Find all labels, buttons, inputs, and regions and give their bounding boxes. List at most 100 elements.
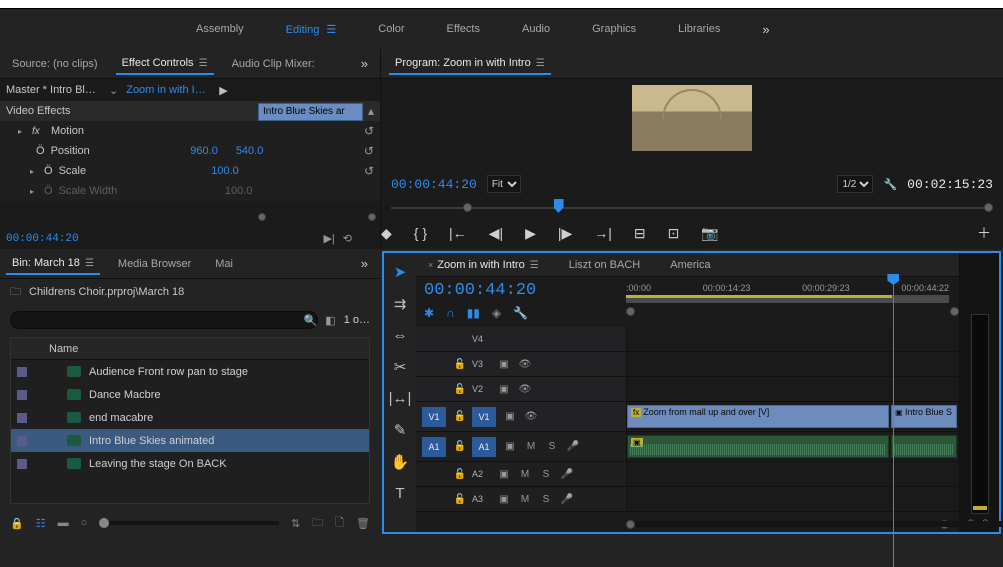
play-icon[interactable]: ▶ [219, 84, 227, 97]
snap-button[interactable]: ✱ [424, 306, 434, 320]
mark-in-button[interactable]: ◆ [381, 225, 392, 242]
media-browser-tab[interactable]: Media Browser [112, 254, 197, 274]
workspace-tab-effects[interactable]: Effects [441, 19, 486, 39]
timeline-timecode[interactable]: 00:00:44:20 [424, 281, 618, 300]
scrollbar-handle[interactable] [463, 203, 472, 212]
workspace-tab-editing[interactable]: Editing ☰ [280, 19, 343, 40]
toggle-eye-icon[interactable]: 👁 [516, 355, 534, 373]
razor-tool[interactable]: ✂ [394, 358, 407, 376]
video-clip[interactable]: ▣ Intro Blue S [891, 405, 957, 428]
clip-time-marker[interactable]: Intro Blue Skies ar [258, 103, 363, 121]
scrollbar-handle[interactable] [258, 213, 266, 221]
lift-button[interactable]: ⊟ [634, 225, 646, 242]
marker-button[interactable]: ▮▮ [467, 306, 480, 320]
freeform-view-button[interactable]: ○ [81, 517, 88, 529]
project-item-row[interactable]: Leaving the stage On BACK [11, 452, 369, 475]
program-timecode-current[interactable]: 00:00:44:20 [391, 177, 477, 192]
bin-icon[interactable]: 🗀 [10, 283, 21, 302]
track-target-a1[interactable]: A1 [472, 437, 496, 457]
audio-meter[interactable]: S S [959, 253, 999, 532]
project-item-row[interactable]: Dance Macbre [11, 383, 369, 406]
sequence-tab[interactable]: ×Zoom in with Intro ☰ [424, 257, 543, 273]
go-to-in-button[interactable]: |← [449, 225, 467, 241]
collapse-icon[interactable]: ▴ [368, 104, 374, 118]
workspace-tab-graphics[interactable]: Graphics [586, 19, 642, 39]
track-target-v1[interactable]: V1 [472, 407, 496, 427]
video-track[interactable]: 🔓V2▣👁 [416, 377, 959, 402]
chevron-down-icon[interactable]: ⌄ [109, 84, 118, 97]
scrollbar-handle[interactable] [984, 203, 993, 212]
voice-over-button[interactable]: 🎤 [564, 438, 582, 456]
panel-overflow-button[interactable]: » [355, 56, 374, 71]
panel-overflow-button[interactable]: » [355, 256, 374, 271]
slip-tool[interactable]: |↔| [389, 390, 412, 407]
trash-button[interactable]: 🗑 [356, 517, 370, 530]
fit-dropdown[interactable]: Fit [487, 175, 521, 193]
position-y-value[interactable]: 540.0 [236, 145, 264, 157]
play-button[interactable]: ▶ [525, 225, 536, 242]
sort-button[interactable]: ⇅ [291, 517, 300, 530]
thumbnail-view-button[interactable]: ▬ [58, 517, 69, 529]
source-patch-a1[interactable]: A1 [422, 437, 446, 457]
video-clip[interactable]: fxZoom from mall up and over [V] [627, 405, 889, 428]
settings-button[interactable]: ◈ [492, 306, 501, 320]
new-item-button[interactable]: 🗋 [335, 514, 344, 533]
effect-controls-tab[interactable]: Effect Controls ☰ [116, 53, 214, 75]
project-item-row[interactable]: Intro Blue Skies animated [11, 429, 369, 452]
reset-icon[interactable]: ↺ [364, 124, 374, 138]
ripple-tool[interactable]: ⇔ [393, 327, 408, 344]
type-tool[interactable]: T [395, 485, 404, 502]
export-icon[interactable]: ▶| [323, 232, 334, 245]
scrollbar-handle[interactable] [368, 213, 376, 221]
audio-clip-mixer-tab[interactable]: Audio Clip Mixer: [226, 54, 321, 74]
workspace-tab-audio[interactable]: Audio [516, 19, 556, 39]
audio-track[interactable]: 🔓A2▣MS🎤 [416, 462, 959, 487]
markers-tab[interactable]: Mai [209, 254, 239, 274]
hand-tool[interactable]: ✋ [391, 453, 410, 471]
zoom-slider[interactable] [99, 521, 279, 525]
video-track[interactable]: 🔓V3▣👁 [416, 352, 959, 377]
position-x-value[interactable]: 960.0 [190, 145, 218, 157]
workspace-tab-assembly[interactable]: Assembly [190, 19, 250, 39]
toggle-output-button[interactable]: ▣ [495, 355, 513, 373]
motion-effect-row[interactable]: ▸fxMotion [18, 125, 84, 137]
timeline-scrollbar[interactable] [416, 516, 959, 532]
video-track[interactable]: V4 [416, 327, 959, 352]
program-time-ruler[interactable] [391, 195, 993, 217]
source-patch-v1[interactable]: V1 [422, 407, 446, 427]
audio-track-a1[interactable]: A1🔓A1▣MS🎤 ▣ [416, 432, 959, 462]
bin-tab[interactable]: Bin: March 18 ☰ [6, 253, 100, 275]
wrench-icon[interactable]: 🔧 [883, 178, 897, 191]
scrollbar-handle[interactable] [626, 520, 635, 529]
source-tab[interactable]: Source: (no clips) [6, 54, 104, 74]
scale-row[interactable]: ▸Ö Scale [18, 165, 86, 177]
sequence-tab[interactable]: Liszt on BACH [565, 257, 645, 273]
loop-icon[interactable]: ⟲ [343, 232, 352, 245]
track-select-tool[interactable]: ⇉ [394, 295, 407, 313]
mark-out-button[interactable]: { } [414, 225, 427, 241]
add-button[interactable]: ＋ [977, 223, 1003, 243]
export-frame-button[interactable]: 📷 [701, 225, 718, 242]
workspace-tab-color[interactable]: Color [372, 19, 410, 39]
selection-tool[interactable]: ➤ [394, 263, 407, 281]
new-bin-button[interactable]: 🗀 [312, 514, 323, 533]
effect-timecode[interactable]: 00:00:44:20 [6, 233, 79, 245]
step-forward-button[interactable]: |▶ [558, 225, 572, 242]
project-item-row[interactable]: Audience Front row pan to stage [11, 360, 369, 383]
scale-value[interactable]: 100.0 [211, 165, 239, 177]
sequence-link[interactable]: Zoom in with Int… [126, 84, 211, 96]
new-item-button[interactable]: ◧ [325, 314, 335, 327]
workspace-overflow-button[interactable]: » [756, 22, 775, 37]
resolution-dropdown[interactable]: 1/2 [837, 175, 873, 193]
audio-clip[interactable]: ▣ [627, 435, 889, 458]
step-back-button[interactable]: ◀| [489, 225, 503, 242]
mute-button[interactable]: M [522, 438, 540, 456]
list-view-button[interactable]: ☷ [36, 517, 46, 530]
extract-button[interactable]: ⊡ [668, 225, 680, 242]
reset-icon[interactable]: ↺ [364, 164, 374, 178]
position-row[interactable]: Ö Position [18, 145, 90, 157]
search-input[interactable] [10, 311, 318, 329]
project-item-row[interactable]: end macabre [11, 406, 369, 429]
workspace-tab-libraries[interactable]: Libraries [672, 19, 726, 39]
wrench-icon[interactable]: 🔧 [513, 306, 528, 320]
